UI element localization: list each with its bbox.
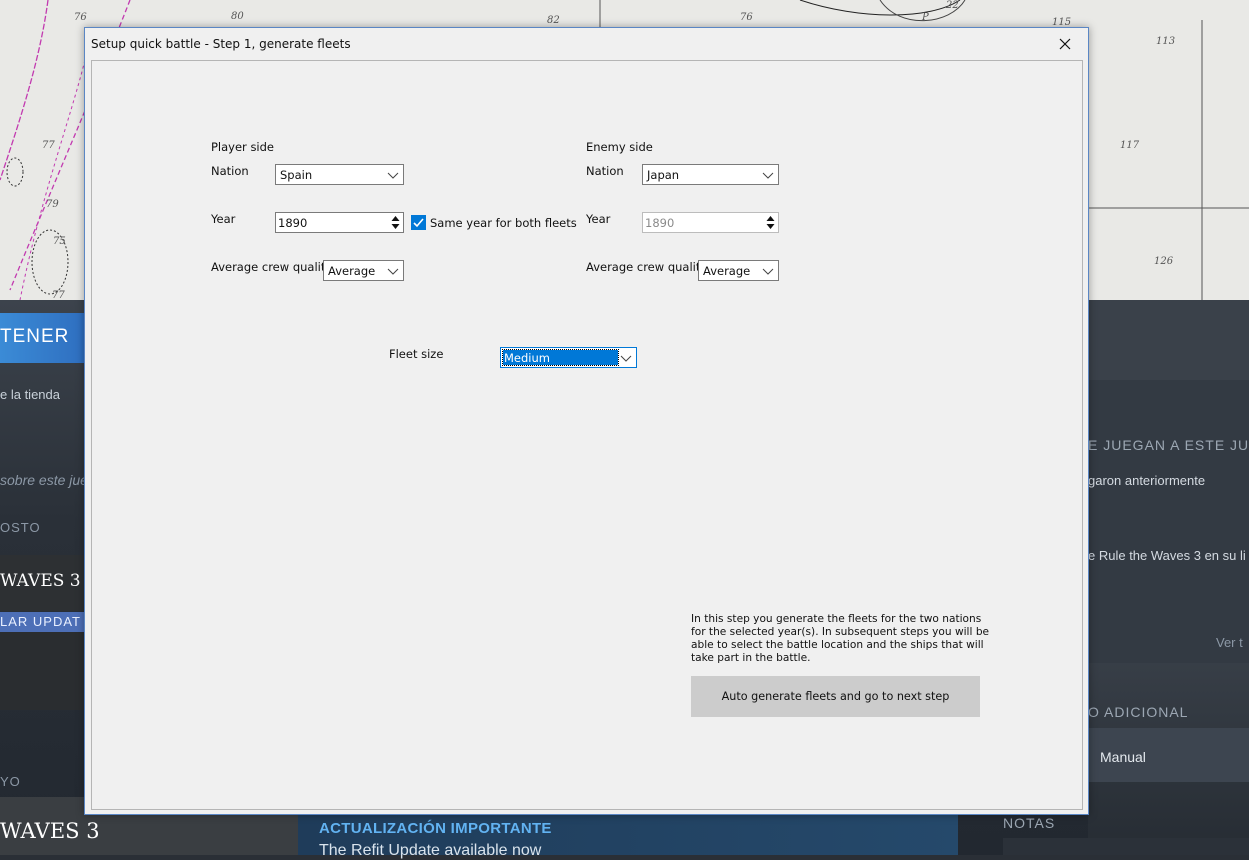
game-tile[interactable]: WAVES 3 [0,555,84,611]
enemy-nation-select[interactable]: Japan [642,164,779,185]
player-nation-value: Spain [280,168,313,182]
step-info-text: In this step you generate the fleets for… [691,613,990,664]
enemy-crew-value: Average [703,264,751,278]
section-costo: OSTO [0,520,41,535]
players-panel [1088,380,1249,663]
section-yo: YO [0,774,21,789]
map-number: 126 [1154,256,1174,267]
fleet-size-label: Fleet size [389,347,444,361]
map-number: 75 [53,236,66,247]
map-number: 76 [740,12,753,23]
steam-right-column [1088,300,1249,855]
chevron-down-icon [762,172,774,179]
store-link[interactable]: e la tienda [0,387,84,402]
map-number: 113 [1156,36,1176,47]
player-crew-label: Average crew quality [211,260,333,274]
enemy-nation-value: Japan [647,168,680,182]
player-year-value: 1890 [278,216,308,230]
map-point-label: P [922,12,929,23]
notas-box[interactable] [1003,838,1249,855]
map-number: 80 [231,11,244,22]
auto-generate-button[interactable]: Auto generate fleets and go to next step [691,676,980,717]
chevron-down-icon [387,172,399,179]
close-button[interactable] [1042,28,1088,59]
game-logo: WAVES 3 [0,571,81,591]
discuss-text: sobre este jue [0,472,84,488]
player-nation-select[interactable]: Spain [275,164,404,185]
enemy-year-value: 1890 [645,216,675,230]
rule-waves-text: e Rule the Waves 3 en su li [1088,548,1246,563]
checkmark-icon [413,218,424,228]
ver-link[interactable]: Ver t [1216,635,1243,650]
map-number: 76 [74,12,87,23]
game-logo: WAVES 3 [0,819,100,843]
close-icon [1059,38,1071,49]
map-number: 117 [1120,140,1140,151]
section-players: E JUEGAN A ESTE JU [1088,437,1249,453]
same-year-checkbox[interactable] [411,215,426,230]
enemy-year-spinner: 1890 [642,212,779,233]
map-number: 77 [42,140,55,151]
quick-battle-dialog: Setup quick battle - Step 1, generate fl… [84,27,1089,815]
spinner-arrows-icon[interactable] [391,215,400,230]
window-title: Setup quick battle - Step 1, generate fl… [91,37,351,51]
news-title[interactable]: ACTUALIZACIÓN IMPORTANTE [319,820,552,837]
chevron-down-icon [387,268,399,275]
enemy-crew-label: Average crew quality [586,260,708,274]
notas-heading: NOTAS [1003,815,1056,831]
chevron-down-icon [620,355,632,362]
title-bar[interactable]: Setup quick battle - Step 1, generate fl… [85,28,1088,60]
player-crew-select[interactable]: Average [323,260,404,281]
enemy-year-label: Year [586,212,611,226]
played-before-text: garon anteriormente [1088,473,1206,488]
news-subtitle: The Refit Update available now [319,842,542,859]
player-year-label: Year [211,212,236,226]
update-banner[interactable]: LAR UPDAT [0,612,84,632]
section-extra: O ADICIONAL [1088,704,1189,720]
buy-banner[interactable]: TENER [0,313,84,363]
map-point-label: 22 [946,0,959,11]
dialog-client-area: Player side Nation Spain Year 1890 Same … [91,60,1083,810]
game-tile-art [0,632,84,710]
map-number: 82 [547,15,560,26]
player-year-spinner[interactable]: 1890 [275,212,404,233]
player-nation-label: Nation [211,164,249,178]
enemy-crew-select[interactable]: Average [698,260,779,281]
fleet-size-select[interactable]: Medium [500,347,637,368]
manual-link[interactable]: Manual [1100,749,1146,765]
same-year-label[interactable]: Same year for both fleets [430,216,577,230]
spinner-arrows-icon [766,216,775,229]
fleet-size-value: Medium [502,349,619,366]
player-crew-value: Average [328,264,376,278]
chevron-down-icon [762,268,774,275]
enemy-nation-label: Nation [586,164,624,178]
player-side-heading: Player side [211,140,275,154]
enemy-side-heading: Enemy side [586,140,653,154]
map-number: 79 [46,199,59,210]
